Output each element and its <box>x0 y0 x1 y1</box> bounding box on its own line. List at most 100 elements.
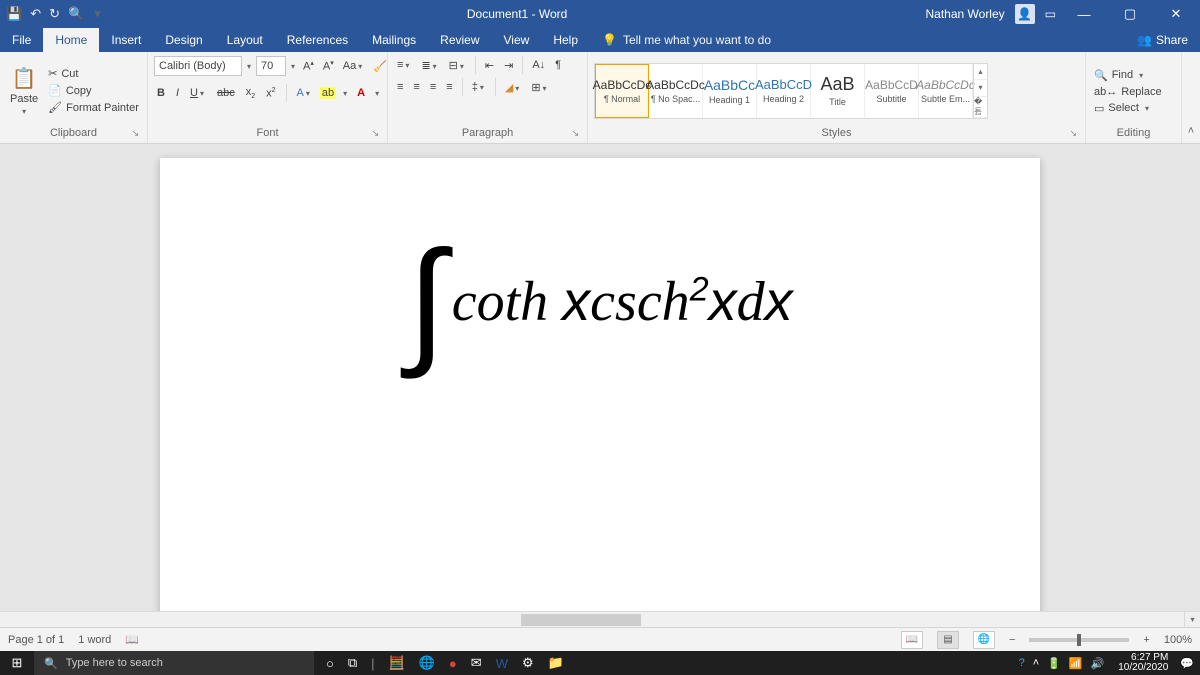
highlight-dropdown-icon[interactable]: ▾ <box>341 89 349 98</box>
taskbar-clock[interactable]: 6:27 PM 10/20/2020 <box>1112 653 1174 673</box>
copy-button[interactable]: 📄Copy <box>46 83 141 98</box>
underline-button[interactable]: U▾ <box>187 85 209 101</box>
change-case-button[interactable]: Aa▾ <box>340 58 367 74</box>
wifi-icon[interactable]: 📶 <box>1069 657 1083 670</box>
tab-help[interactable]: Help <box>541 28 590 52</box>
cut-button[interactable]: ✂Cut <box>46 66 141 81</box>
italic-button[interactable]: I <box>173 85 182 101</box>
ribbon-display-icon[interactable]: ▭ <box>1045 7 1056 21</box>
zoom-slider[interactable] <box>1029 638 1129 642</box>
battery-icon[interactable]: 🔋 <box>1047 657 1061 670</box>
taskbar-app-edge[interactable]: 🌐 <box>419 655 435 671</box>
print-preview-icon[interactable]: 🔍 <box>68 6 84 22</box>
zoom-level[interactable]: 100% <box>1164 634 1192 646</box>
zoom-slider-thumb[interactable] <box>1077 634 1081 646</box>
user-name[interactable]: Nathan Worley <box>926 7 1005 21</box>
web-layout-button[interactable]: 🌐 <box>973 631 995 649</box>
highlight-button[interactable]: ab <box>320 87 336 99</box>
style-subtitle[interactable]: AaBbCcDSubtitle <box>865 64 919 118</box>
style-heading-2[interactable]: AaBbCcDHeading 2 <box>757 64 811 118</box>
align-right-button[interactable]: ≡ <box>427 79 439 95</box>
start-button[interactable]: ⊞ <box>0 655 34 671</box>
page[interactable]: ∫coth xcsch2xdx <box>160 158 1040 627</box>
tab-mailings[interactable]: Mailings <box>360 28 428 52</box>
redo-icon[interactable]: ↻ <box>49 6 60 22</box>
word-count[interactable]: 1 word <box>78 634 111 646</box>
gallery-more-icon[interactable]: �镸 <box>974 97 987 118</box>
tab-design[interactable]: Design <box>153 28 214 52</box>
share-button[interactable]: 👥 Share <box>1125 28 1200 52</box>
taskbar-app-store[interactable]: 🧮 <box>389 655 405 671</box>
font-size-combo[interactable]: 70 <box>256 56 286 76</box>
collapse-ribbon-icon[interactable]: ˄ <box>1188 125 1194 137</box>
font-size-dropdown-icon[interactable]: ▾ <box>289 62 297 71</box>
save-icon[interactable]: 💾 <box>6 6 22 22</box>
font-color-button[interactable]: A <box>354 85 368 101</box>
zoom-in-button[interactable]: + <box>1143 634 1149 646</box>
tab-layout[interactable]: Layout <box>215 28 275 52</box>
volume-icon[interactable]: 🔊 <box>1091 657 1105 670</box>
equation[interactable]: ∫coth xcsch2xdx <box>160 258 1040 356</box>
strikethrough-button[interactable]: abc <box>214 85 238 101</box>
page-indicator[interactable]: Page 1 of 1 <box>8 634 64 646</box>
increase-indent-button[interactable]: ⇥ <box>501 57 516 74</box>
tab-insert[interactable]: Insert <box>99 28 153 52</box>
find-dropdown-icon[interactable]: ▾ <box>1137 71 1145 80</box>
styles-launcher-icon[interactable]: ↘ <box>1069 128 1077 139</box>
font-color-dropdown-icon[interactable]: ▾ <box>373 89 381 98</box>
font-launcher-icon[interactable]: ↘ <box>371 128 379 139</box>
line-spacing-button[interactable]: ‡▾ <box>469 79 489 95</box>
font-name-dropdown-icon[interactable]: ▾ <box>245 62 253 71</box>
text-effects-button[interactable]: A▾ <box>294 85 315 101</box>
find-button[interactable]: 🔍Find▾ <box>1092 68 1164 83</box>
bullets-button[interactable]: ≡▾ <box>394 57 414 73</box>
style-no-spacing[interactable]: AaBbCcDc¶ No Spac... <box>649 64 703 118</box>
style-normal[interactable]: AaBbCcDc¶ Normal <box>595 64 649 118</box>
tell-me-search[interactable]: 💡 Tell me what you want to do <box>590 28 783 52</box>
gallery-up-icon[interactable]: ▴ <box>974 64 987 81</box>
borders-button[interactable]: ⊞▾ <box>528 79 551 96</box>
horizontal-scrollbar[interactable] <box>0 611 1184 627</box>
show-marks-button[interactable]: ¶ <box>552 57 564 73</box>
align-left-button[interactable]: ≡ <box>394 79 406 95</box>
task-view-icon[interactable]: ⧉ <box>348 655 357 671</box>
tray-chevron-icon[interactable]: ˄ <box>1033 657 1039 669</box>
sort-button[interactable]: A↓ <box>529 57 548 73</box>
replace-button[interactable]: ab↔Replace <box>1092 85 1164 99</box>
gallery-down-icon[interactable]: ▾ <box>974 80 987 97</box>
print-layout-button[interactable]: ▤ <box>937 631 959 649</box>
taskbar-app-word[interactable]: W <box>496 656 508 671</box>
tab-file[interactable]: File <box>0 28 43 52</box>
align-center-button[interactable]: ≡ <box>410 79 422 95</box>
tab-references[interactable]: References <box>275 28 360 52</box>
decrease-indent-button[interactable]: ⇤ <box>482 57 497 74</box>
justify-button[interactable]: ≡ <box>443 79 455 95</box>
tab-home[interactable]: Home <box>43 28 99 52</box>
style-title[interactable]: AaBTitle <box>811 64 865 118</box>
close-button[interactable]: ✕ <box>1158 6 1194 22</box>
proofing-icon[interactable]: 📖 <box>125 633 139 646</box>
shading-button[interactable]: ◢▾ <box>502 79 524 96</box>
style-subtle-emphasis[interactable]: AaBbCcDcSubtle Em... <box>919 64 973 118</box>
multilevel-list-button[interactable]: ⊟▾ <box>446 57 469 74</box>
numbering-button[interactable]: ≣▾ <box>418 57 441 74</box>
clipboard-launcher-icon[interactable]: ↘ <box>131 128 139 139</box>
paragraph-launcher-icon[interactable]: ↘ <box>571 128 579 139</box>
tab-review[interactable]: Review <box>428 28 491 52</box>
tab-view[interactable]: View <box>492 28 542 52</box>
select-button[interactable]: ▭Select▾ <box>1092 101 1164 116</box>
taskbar-app-chrome[interactable]: ● <box>449 656 457 671</box>
cortana-icon[interactable]: ○ <box>326 656 334 671</box>
format-painter-button[interactable]: 🖌Format Painter <box>46 100 141 115</box>
taskbar-search[interactable]: 🔍 Type here to search <box>34 651 314 675</box>
undo-icon[interactable]: ↶ <box>30 6 41 22</box>
zoom-out-button[interactable]: − <box>1009 634 1015 646</box>
font-name-combo[interactable]: Calibri (Body) <box>154 56 242 76</box>
scroll-corner[interactable]: ▾ <box>1184 611 1200 627</box>
subscript-button[interactable]: x2 <box>243 84 258 102</box>
taskbar-app-mail[interactable]: ✉ <box>471 655 482 671</box>
paste-button[interactable]: 📋 Paste ▾ <box>6 66 42 116</box>
notifications-icon[interactable]: 💬 <box>1174 657 1200 670</box>
superscript-button[interactable]: x2 <box>263 85 278 102</box>
help-icon[interactable]: ? <box>1019 657 1025 669</box>
